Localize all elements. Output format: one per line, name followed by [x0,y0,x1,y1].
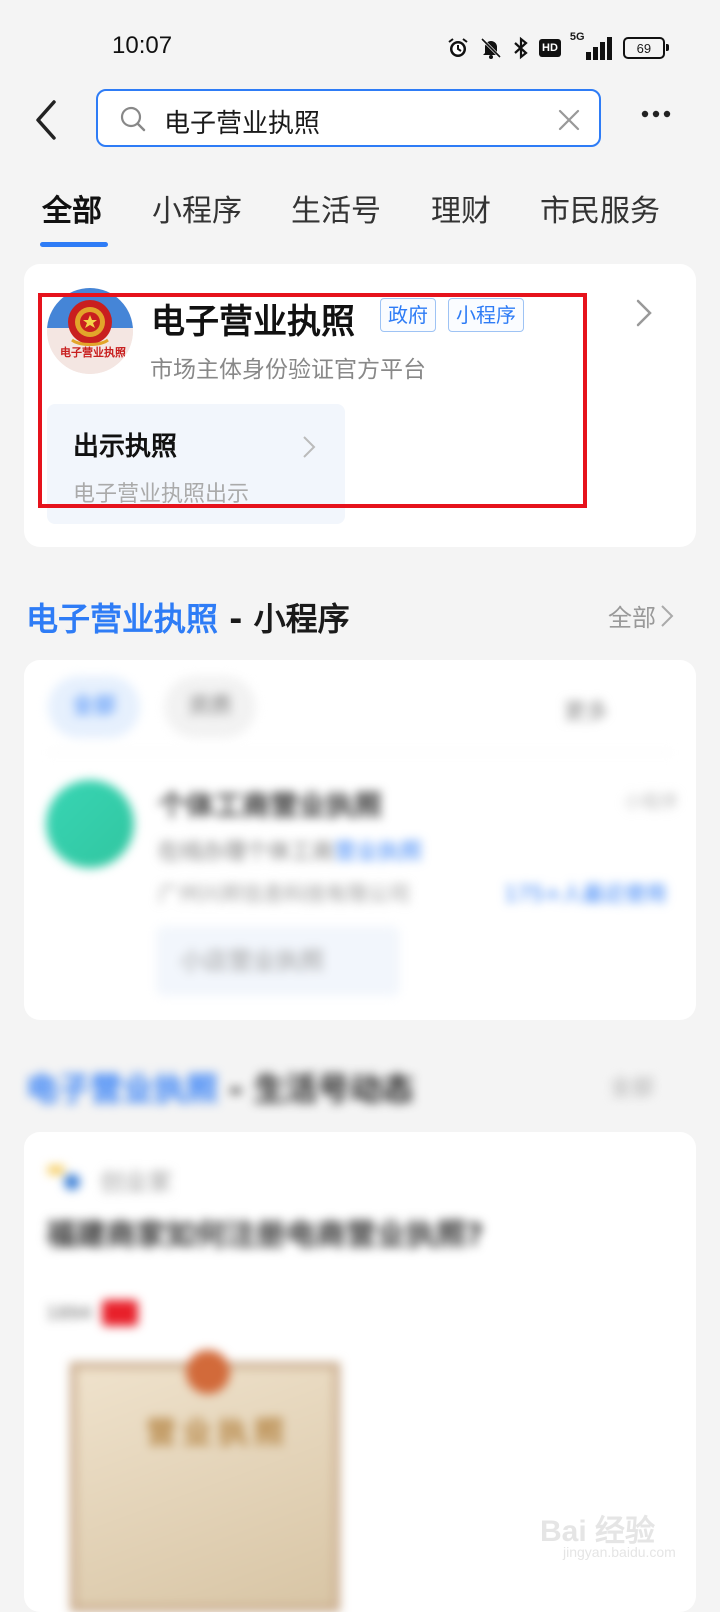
tab-all[interactable]: 全部 [42,186,102,230]
mini-program-see-all[interactable]: 全部 [608,598,674,633]
tab-mini-programs[interactable]: 小程序 [152,186,242,230]
app-logo: 电子营业执照 [47,288,133,374]
mini-program-card: 全部 资质 更多 个体工商营业执照 在线办理个体工商营业执照 广州兴邦信息科技有… [24,660,696,1020]
divider [48,752,672,753]
app-type-label: 小程序 [624,792,678,813]
tab-life-accounts[interactable]: 生活号 [291,186,381,230]
alarm-icon [446,36,470,60]
filter-chip-qualification[interactable]: 资质 [164,676,257,738]
service-subtitle: 电子营业执照出示 [73,482,250,507]
result-subtitle: 市场主体身份验证官方平台 [150,357,426,383]
battery-level: 69 [636,40,652,56]
status-time: 10:07 [112,32,173,59]
mute-icon [479,36,503,60]
active-tab-indicator [40,242,108,247]
author-name: 创业家 [100,1168,172,1196]
chevron-right-icon[interactable] [633,298,655,328]
5g-signal-icon: 5G [570,31,614,61]
search-icon [120,106,146,132]
result-title: 电子营业执照 [151,302,355,342]
app-description: 在线办理个体工商营业执照 [158,834,422,866]
life-title-rest: - 生活号动态 [218,1070,414,1108]
baidu-watermark-url: jingyan.baidu.com [563,1544,676,1560]
section-title-rest: - 小程序 [218,600,350,638]
post-meta-text: 1894 [46,1302,92,1324]
life-see-all[interactable]: 全部 [610,1070,654,1102]
clear-icon[interactable] [556,107,582,133]
app-user-count: 175+人最近使用 [504,882,667,906]
sort-filter[interactable]: 更多 [564,694,608,726]
tag-government: 政府 [380,298,436,332]
post-meta: 1894 [46,1300,138,1326]
license-image: 营业执照 [70,1350,340,1612]
life-title-highlight: 电子营业执照 [26,1070,219,1108]
more-options-button[interactable] [640,104,676,124]
top-result-card[interactable]: 电子营业执照 电子营业执照 政府 小程序 市场主体身份验证官方平台 出示执照 电… [24,264,696,547]
service-title: 出示执照 [73,432,178,462]
chevron-right-icon [303,436,316,458]
tab-finance[interactable]: 理财 [431,186,491,230]
network-label: 5G [569,31,585,43]
blurred-content: 全部 资质 更多 个体工商营业执照 在线办理个体工商营业执照 广州兴邦信息科技有… [24,660,696,1020]
life-section-title: 电子营业执照 - 生活号动态 [26,1064,414,1110]
app-desc-prefix: 在线办理个体工商 [158,840,335,865]
small-shop-license-service[interactable]: 小店营业执照 [156,926,400,996]
logo-caption: 电子营业执照 [60,346,126,359]
author-avatar-icon [48,1166,80,1190]
seal-icon [186,1350,230,1394]
more-dots-icon [641,110,671,118]
post-title: 福建商家如何注册电商营业执照? [46,1218,484,1253]
app-icon [46,780,134,868]
battery-icon: 69 [622,37,669,59]
video-badge [101,1300,138,1326]
app-organization: 广州兴邦信息科技有限公司 [158,882,410,906]
mini-program-section-title: 电子营业执照 - 小程序 [26,594,350,640]
search-query: 电子营业执照 [164,109,321,139]
chevron-left-icon [36,100,56,140]
tag-mini-program: 小程序 [448,298,524,332]
show-license-service[interactable]: 出示执照 电子营业执照出示 [47,404,345,524]
section-title-highlight: 电子营业执照 [26,600,219,638]
filter-chip-all[interactable]: 全部 [48,676,141,738]
license-image-title: 营业执照 [146,1416,290,1451]
app-desc-highlight: 营业执照 [334,840,423,865]
bluetooth-icon [512,36,530,60]
search-input[interactable]: 电子营业执照 [96,89,601,147]
chevron-right-icon [661,604,674,627]
app-name[interactable]: 个体工商营业执照 [158,784,382,824]
status-icons: HD 5G 69 [446,31,669,62]
see-all-label: 全部 [608,604,656,632]
back-button[interactable] [30,98,66,142]
hd-icon: HD [539,39,561,57]
tab-citizen-services[interactable]: 市民服务 [540,186,660,230]
national-emblem-icon [47,288,133,374]
